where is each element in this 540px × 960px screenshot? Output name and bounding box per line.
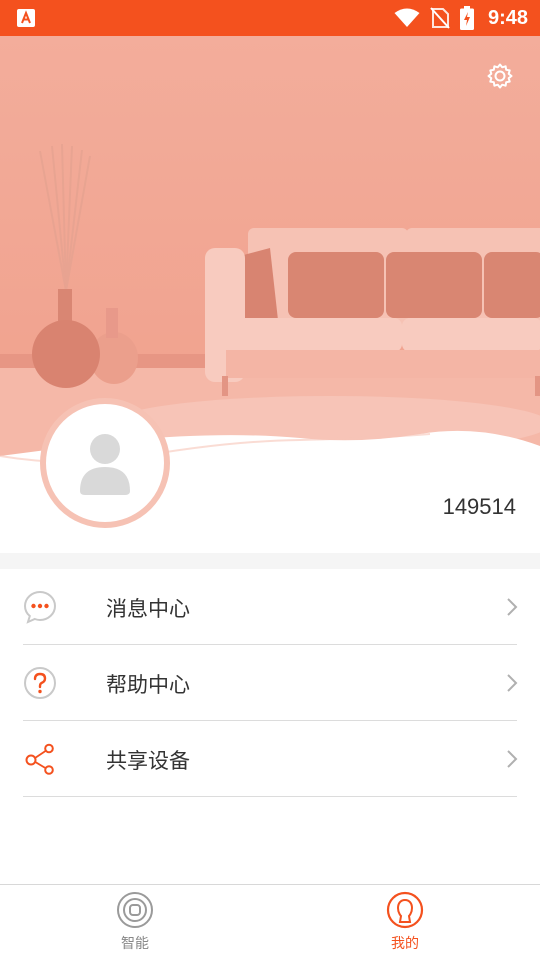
help-icon [24, 667, 56, 699]
menu-item-label: 消息中心 [106, 597, 190, 621]
menu-item-help[interactable]: 帮助中心 [0, 645, 540, 721]
status-bar: 9:48 [0, 0, 540, 36]
chevron-right-icon [507, 750, 518, 768]
section-divider [0, 553, 540, 569]
no-sim-icon [430, 7, 450, 29]
profile-icon [386, 891, 424, 929]
nav-tab-smart[interactable]: 智能 [0, 885, 270, 960]
menu-list: 消息中心 帮助中心 共享设备 [0, 569, 540, 797]
menu-item-messages[interactable]: 消息中心 [0, 569, 540, 645]
app-screen: 9:48 149514 消息中心 帮助中心 共享设备 智能 我的 [0, 0, 540, 960]
nav-tab-mine[interactable]: 我的 [270, 885, 540, 960]
app-notification-icon [17, 9, 35, 27]
nav-tab-label: 我的 [391, 936, 419, 952]
gear-icon[interactable] [486, 62, 514, 90]
message-icon [23, 590, 57, 624]
menu-item-label: 帮助中心 [106, 673, 190, 697]
avatar[interactable] [40, 398, 170, 528]
bottom-nav: 智能 我的 [0, 884, 540, 960]
status-time: 9:48 [487, 6, 528, 29]
wifi-icon [394, 8, 420, 27]
status-icons: 9:48 [394, 0, 528, 36]
share-icon [25, 743, 54, 775]
menu-item-label: 共享设备 [106, 749, 190, 773]
divider [23, 796, 517, 797]
avatar-placeholder-icon [80, 434, 130, 495]
menu-item-share-device[interactable]: 共享设备 [0, 721, 540, 797]
battery-charging-icon [459, 6, 474, 30]
smart-icon [117, 892, 153, 928]
chevron-right-icon [507, 674, 518, 692]
chevron-right-icon [507, 598, 518, 616]
nav-tab-label: 智能 [121, 936, 149, 952]
username: 149514 [442, 494, 516, 519]
